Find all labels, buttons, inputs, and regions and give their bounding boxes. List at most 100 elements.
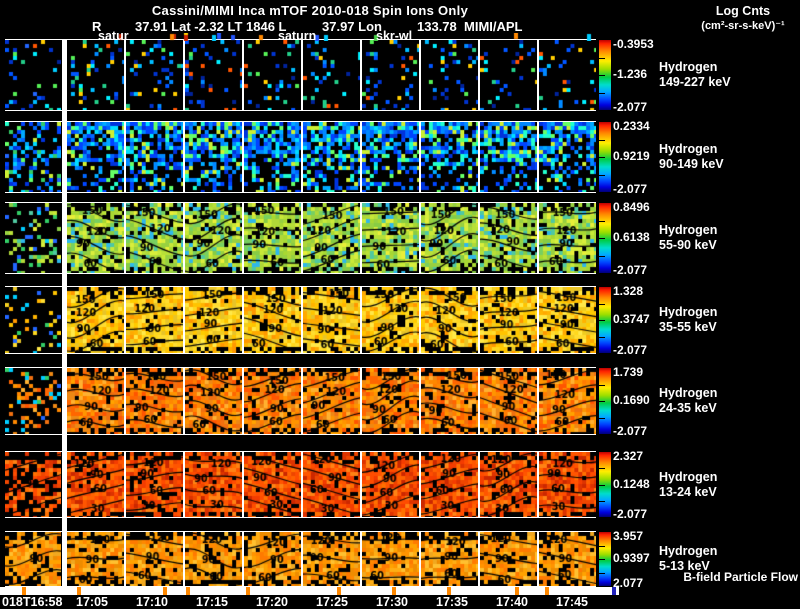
spectrogram-panel <box>421 452 478 517</box>
spectrogram-panel <box>126 368 183 434</box>
energy-range-label: 55-90 keV <box>659 238 717 252</box>
spectrogram-canvas <box>480 532 537 586</box>
flow-tick <box>447 587 451 595</box>
spectrogram-panel <box>126 40 183 110</box>
spectrogram-canvas <box>126 122 183 192</box>
spectrogram-canvas <box>126 368 183 434</box>
annotation-saturn: saturn <box>278 29 317 43</box>
spectrogram-panel <box>362 368 419 434</box>
colorbar <box>599 203 611 273</box>
spectrogram-canvas <box>421 203 478 273</box>
spectrogram-row-strip <box>5 531 596 587</box>
spectrogram-canvas <box>244 532 301 586</box>
time-tick-label: 17:40 <box>496 595 528 609</box>
spectrogram-canvas <box>480 122 537 192</box>
spectrogram-canvas <box>67 452 124 517</box>
spectrogram-panel <box>303 287 360 353</box>
left-snapshot-panel <box>5 287 61 353</box>
spectrogram-canvas <box>126 203 183 273</box>
spectrogram-row-strip <box>5 367 596 435</box>
top-event-ticks <box>67 33 597 41</box>
spectrogram-canvas <box>303 203 360 273</box>
spectrogram-canvas <box>185 368 242 434</box>
colorbar-max-label: 1.328 <box>613 284 644 298</box>
spectrogram-panel <box>421 287 478 353</box>
time-tick-label: 17:25 <box>316 595 348 609</box>
spectrogram-canvas <box>362 532 419 586</box>
spectrogram-canvas <box>67 203 124 273</box>
left-panel-canvas <box>5 368 61 434</box>
energy-band-label: Hydrogen 5-13 keV <box>659 544 717 574</box>
time-tick-label: 17:20 <box>256 595 288 609</box>
spectrogram-canvas <box>126 532 183 586</box>
spectrogram-canvas <box>67 368 124 434</box>
spectrogram-panel <box>539 452 596 517</box>
time-tick-label: 17:30 <box>376 595 408 609</box>
main-panel-row <box>67 287 596 353</box>
colorbar <box>599 532 611 586</box>
spectrogram-canvas <box>480 368 537 434</box>
flow-tick <box>77 587 81 595</box>
spectrogram-panel <box>480 287 537 353</box>
colorbar-min-label: -2.077 <box>613 100 648 114</box>
energy-range-label: 13-24 keV <box>659 484 717 499</box>
colorbar-min-label: -2.077 <box>613 182 648 196</box>
colorbar-max-label: 2.327 <box>613 449 644 463</box>
spectrogram-panel <box>421 368 478 434</box>
spectrogram-panel <box>185 532 242 586</box>
spectrogram-canvas <box>362 287 419 353</box>
left-panel-canvas <box>5 122 61 192</box>
spectrogram-canvas <box>126 40 183 110</box>
spectrogram-panel <box>539 532 596 586</box>
spectrogram-canvas <box>67 122 124 192</box>
spectrogram-panel <box>303 122 360 192</box>
species-label: Hydrogen <box>659 544 718 558</box>
spectrogram-canvas <box>126 452 183 517</box>
spectrogram-row-strip <box>5 451 596 518</box>
colorbar-max-label: -0.3953 <box>613 37 654 51</box>
flow-tick <box>22 587 26 595</box>
spectrogram-panel <box>362 122 419 192</box>
spectrogram-canvas <box>303 452 360 517</box>
time-tick-label: 018T16:58 <box>2 595 63 609</box>
spectrogram-canvas <box>539 452 596 517</box>
spectrogram-canvas <box>480 452 537 517</box>
time-tick-label: 17:15 <box>196 595 228 609</box>
spectrogram-panel <box>67 203 124 273</box>
spectrogram-canvas <box>244 203 301 273</box>
cassini-mimi-spectrogram-display: Cassini/MIMI Inca mTOF 2010-018 Spin Ion… <box>0 0 800 609</box>
spectrogram-panel <box>480 368 537 434</box>
spectrogram-panel <box>244 368 301 434</box>
colorbar <box>599 452 611 517</box>
spectrogram-panel <box>244 452 301 517</box>
main-panel-row <box>67 368 596 434</box>
spectrogram-row-strip <box>5 121 596 193</box>
spectrogram-canvas <box>421 452 478 517</box>
energy-band-label: Hydrogen 24-35 keV <box>659 386 717 416</box>
ephemeris-lon2-value: 133.78 <box>417 19 457 34</box>
spectrogram-panel <box>244 122 301 192</box>
spectrogram-panel <box>362 40 419 110</box>
spectrogram-panel <box>539 40 596 110</box>
main-panel-row <box>67 452 596 517</box>
spectrogram-panel <box>362 452 419 517</box>
spectrogram-panel <box>67 40 124 110</box>
species-label: Hydrogen <box>659 60 718 74</box>
spectrogram-panel <box>126 532 183 586</box>
spectrogram-canvas <box>421 368 478 434</box>
spectrogram-panel <box>185 40 242 110</box>
flow-tick <box>163 587 167 595</box>
spectrogram-canvas <box>244 287 301 353</box>
flow-tick <box>545 587 549 595</box>
spectrogram-canvas <box>303 40 360 110</box>
spectrogram-panel <box>421 122 478 192</box>
colorbar <box>599 287 611 353</box>
colorbar-units-line2: (cm²-sr-s-keV)⁻¹ <box>701 20 785 32</box>
colorbar <box>599 122 611 192</box>
energy-range-label: 149-227 keV <box>659 75 731 89</box>
main-panel-row <box>67 122 596 192</box>
spectrogram-panel <box>244 40 301 110</box>
spectrogram-panel <box>303 452 360 517</box>
plot-title: Cassini/MIMI Inca mTOF 2010-018 Spin Ion… <box>151 3 469 18</box>
left-snapshot-panel <box>5 452 61 517</box>
